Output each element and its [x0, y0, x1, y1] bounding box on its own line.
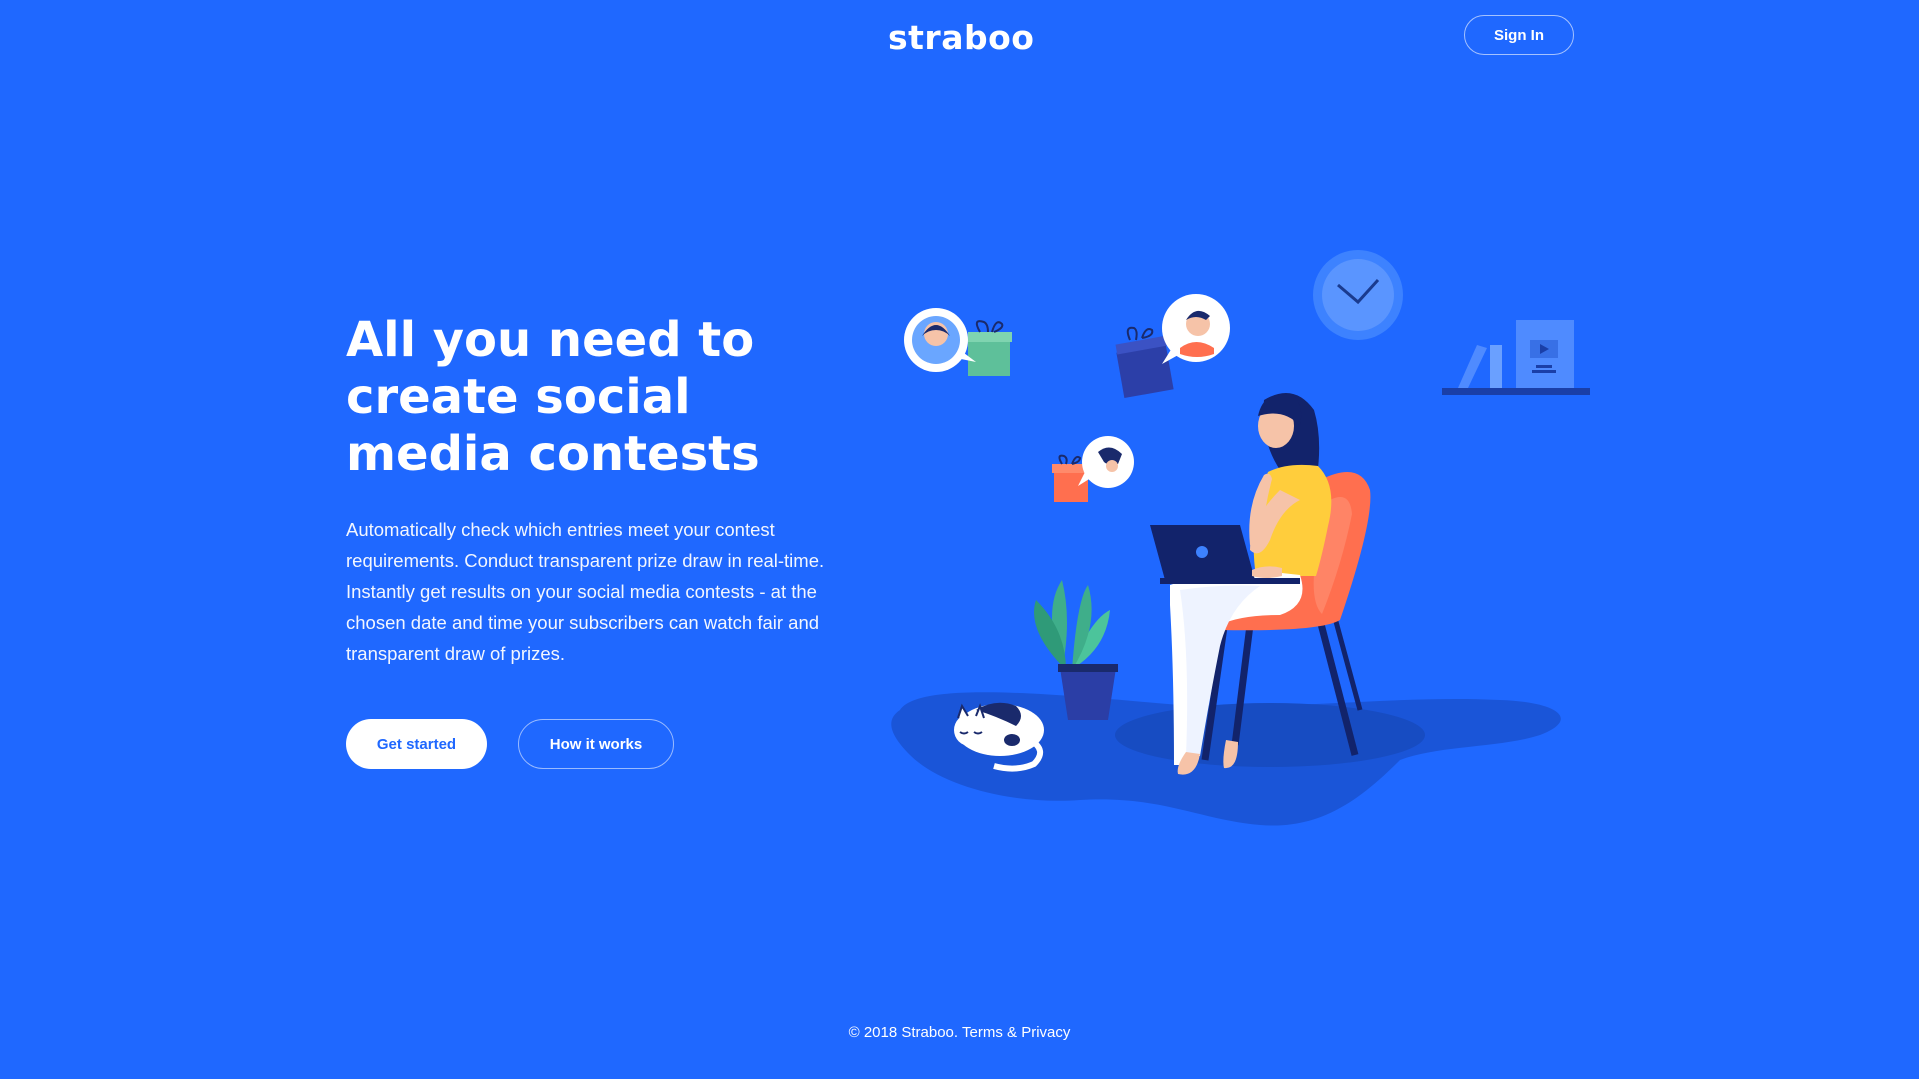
avatar-bubble-man-icon [1115, 294, 1230, 398]
how-it-works-button[interactable]: How it works [518, 719, 674, 769]
hero-illustration [891, 250, 1590, 826]
clock-icon [1313, 250, 1403, 340]
avatar-bubble-small-icon [1052, 436, 1134, 502]
landing-page: straboo Sign In All you need to create s… [0, 0, 1919, 1079]
privacy-link[interactable]: Privacy [1021, 1024, 1070, 1041]
hero-description: Automatically check which entries meet y… [346, 519, 825, 664]
get-started-button[interactable]: Get started [346, 719, 487, 769]
avatar-bubble-woman-icon [904, 308, 1012, 376]
hero-title: All you need to create social media cont… [346, 312, 760, 482]
footer-separator: & [1007, 1024, 1018, 1041]
footer-copyright: © 2018 Straboo. [848, 1024, 959, 1041]
straboo-logo[interactable]: straboo [888, 18, 1034, 57]
sign-in-button[interactable]: Sign In [1464, 15, 1574, 55]
shelf-icon [1442, 320, 1590, 395]
footer: © 2018 Straboo. Terms & Privacy [0, 1024, 1919, 1041]
terms-link[interactable]: Terms [962, 1024, 1003, 1041]
chair-shadow [1115, 703, 1425, 767]
